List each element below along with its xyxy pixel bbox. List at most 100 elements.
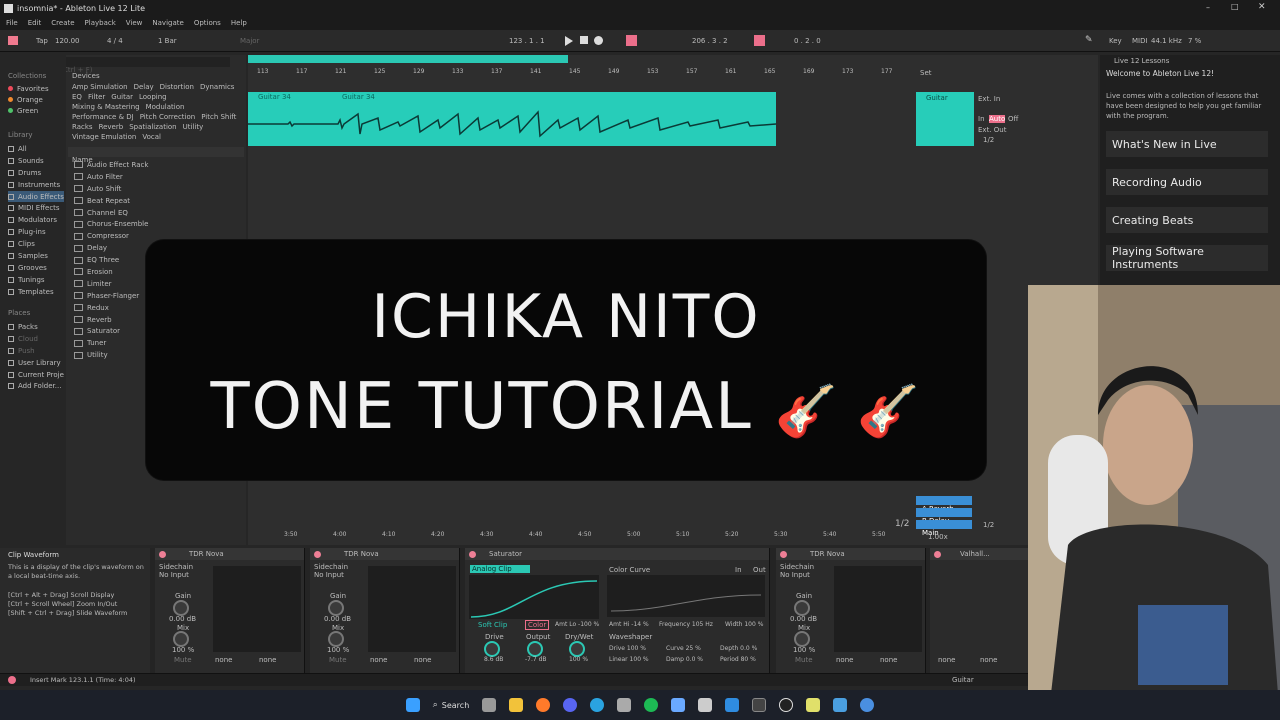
library-item[interactable]: Clips: [8, 238, 64, 250]
record-icon[interactable]: [594, 36, 603, 45]
device-tdr-nova-3[interactable]: TDR Nova Sidechain No Input Gain 0.00 dB…: [776, 548, 926, 673]
tag-mixing[interactable]: Mixing & Mastering: [72, 103, 140, 111]
menu-help[interactable]: Help: [231, 19, 247, 27]
output-channel[interactable]: 1/2: [983, 136, 994, 144]
zoom-value[interactable]: 1.00x: [928, 533, 948, 541]
tag-vintage[interactable]: Vintage Emulation: [72, 133, 136, 141]
device-on-icon[interactable]: [780, 550, 787, 558]
ws-depth[interactable]: Depth 0.0 %: [720, 645, 757, 652]
tag-looping[interactable]: Looping: [139, 93, 167, 101]
device-valhalla[interactable]: Valhall... none none: [930, 548, 1030, 673]
collection-item[interactable]: Favorites: [8, 83, 49, 94]
overview-bar[interactable]: [248, 55, 568, 63]
drive-knob[interactable]: [484, 641, 500, 657]
ws-damp[interactable]: Damp 0.0 %: [666, 656, 703, 663]
view-toggle-icon[interactable]: [8, 36, 18, 45]
amt-hi[interactable]: Amt Hi -14 %: [609, 621, 649, 628]
device-tdr-nova-2[interactable]: TDR Nova Sidechain No Input Gain 0.00 dB…: [310, 548, 460, 673]
saturation-type-select[interactable]: Analog Clip: [470, 565, 530, 573]
frequency[interactable]: Frequency 105 Hz: [659, 621, 713, 628]
device-on-icon[interactable]: [314, 550, 321, 558]
app-icon[interactable]: [833, 698, 848, 712]
mix-knob[interactable]: [173, 631, 189, 647]
output-knob[interactable]: [527, 641, 543, 657]
menu-options[interactable]: Options: [194, 19, 221, 27]
spotify-icon[interactable]: [644, 698, 659, 712]
task-view-icon[interactable]: [482, 698, 497, 712]
device-on-icon[interactable]: [934, 550, 941, 558]
sidechain-input[interactable]: No Input: [314, 571, 344, 579]
soft-clip-button[interactable]: Soft Clip: [478, 621, 507, 629]
tag-eq[interactable]: EQ: [72, 93, 82, 101]
tag-dynamics[interactable]: Dynamics: [200, 83, 235, 91]
lesson-software-instruments[interactable]: Playing Software Instruments: [1106, 245, 1268, 271]
color-out[interactable]: Out: [753, 566, 766, 574]
output-select[interactable]: none: [938, 656, 955, 664]
app-icon[interactable]: [698, 698, 713, 712]
signature-field[interactable]: 4 / 4: [107, 37, 123, 45]
library-item[interactable]: Modulators: [8, 214, 64, 226]
gain-knob[interactable]: [794, 600, 810, 616]
taskbar-search[interactable]: ⌕ Search: [433, 700, 470, 710]
lesson-recording-audio[interactable]: Recording Audio: [1106, 169, 1268, 195]
output-select-2[interactable]: none: [980, 656, 997, 664]
sidechain-input[interactable]: No Input: [780, 571, 810, 579]
browser-item[interactable]: Auto Filter: [74, 171, 244, 183]
tag-spatialization[interactable]: Spatialization: [129, 123, 176, 131]
close-icon[interactable]: ✕: [1258, 2, 1266, 12]
key-map-button[interactable]: Key: [1109, 37, 1122, 45]
lesson-creating-beats[interactable]: Creating Beats: [1106, 207, 1268, 233]
app-icon[interactable]: [671, 698, 686, 712]
menu-edit[interactable]: Edit: [28, 19, 42, 27]
menu-navigate[interactable]: Navigate: [152, 19, 183, 27]
places-item[interactable]: User Library: [8, 357, 64, 369]
tag-filter[interactable]: Filter: [88, 93, 105, 101]
stop-icon[interactable]: [580, 36, 588, 44]
mute-button[interactable]: Mute: [174, 656, 192, 664]
tag-pitch-correction[interactable]: Pitch Correction: [140, 113, 195, 121]
library-item[interactable]: MIDI Effects: [8, 202, 64, 214]
collection-item[interactable]: Orange: [8, 94, 49, 105]
quantize-field[interactable]: 1 Bar: [158, 37, 177, 45]
tag-distortion[interactable]: Distortion: [160, 83, 194, 91]
gain-knob[interactable]: [173, 600, 189, 616]
tempo-field[interactable]: 120.00: [55, 37, 80, 45]
play-icon[interactable]: [565, 36, 573, 46]
midi-map-button[interactable]: MIDI: [1132, 37, 1148, 45]
device-on-icon[interactable]: [469, 550, 476, 558]
ws-linear[interactable]: Linear 100 %: [609, 656, 649, 663]
app-icon[interactable]: [752, 698, 767, 712]
places-item[interactable]: Push: [8, 345, 64, 357]
places-item[interactable]: Packs: [8, 321, 64, 333]
main-track[interactable]: Main: [916, 520, 972, 537]
telegram-icon[interactable]: [590, 698, 605, 712]
color-in[interactable]: In: [735, 566, 742, 574]
time-ruler[interactable]: 3:50 4:00 4:10 4:20 4:30 4:40 4:50 5:00 5:10 5:20…: [248, 531, 908, 541]
ws-period[interactable]: Period 80 %: [720, 656, 756, 663]
tag-modulation[interactable]: Modulation: [146, 103, 185, 111]
loop-start-field[interactable]: 206 . 3 . 2: [692, 37, 728, 45]
mute-button[interactable]: Mute: [795, 656, 813, 664]
maximize-icon[interactable]: □: [1231, 2, 1239, 11]
places-item[interactable]: Cloud: [8, 333, 64, 345]
beat-ruler[interactable]: 113 117 121 125 129 133 137 141 145 149 153 157 161 1…: [248, 68, 908, 78]
mix-knob[interactable]: [328, 631, 344, 647]
automation-arm-icon[interactable]: [626, 35, 637, 46]
app-icon[interactable]: [617, 698, 632, 712]
places-item[interactable]: Add Folder...: [8, 380, 64, 392]
obs-icon[interactable]: [779, 698, 794, 712]
amt-lo[interactable]: Amt Lo -100 %: [555, 621, 599, 628]
minimize-icon[interactable]: –: [1206, 3, 1210, 12]
track-header[interactable]: Guitar: [916, 92, 974, 146]
device-on-icon[interactable]: [159, 550, 166, 558]
tag-performance[interactable]: Performance & DJ: [72, 113, 134, 121]
monitor-in[interactable]: In: [978, 115, 985, 123]
output-select-2[interactable]: none: [880, 656, 897, 664]
library-item[interactable]: Instruments: [8, 179, 64, 191]
browser-item[interactable]: Chorus-Ensemble: [74, 218, 244, 230]
color-button[interactable]: Color: [525, 620, 550, 630]
set-button[interactable]: Set: [920, 69, 932, 77]
library-item[interactable]: All: [8, 143, 64, 155]
sidechain-input[interactable]: No Input: [159, 571, 189, 579]
windows-start-icon[interactable]: [405, 698, 420, 712]
